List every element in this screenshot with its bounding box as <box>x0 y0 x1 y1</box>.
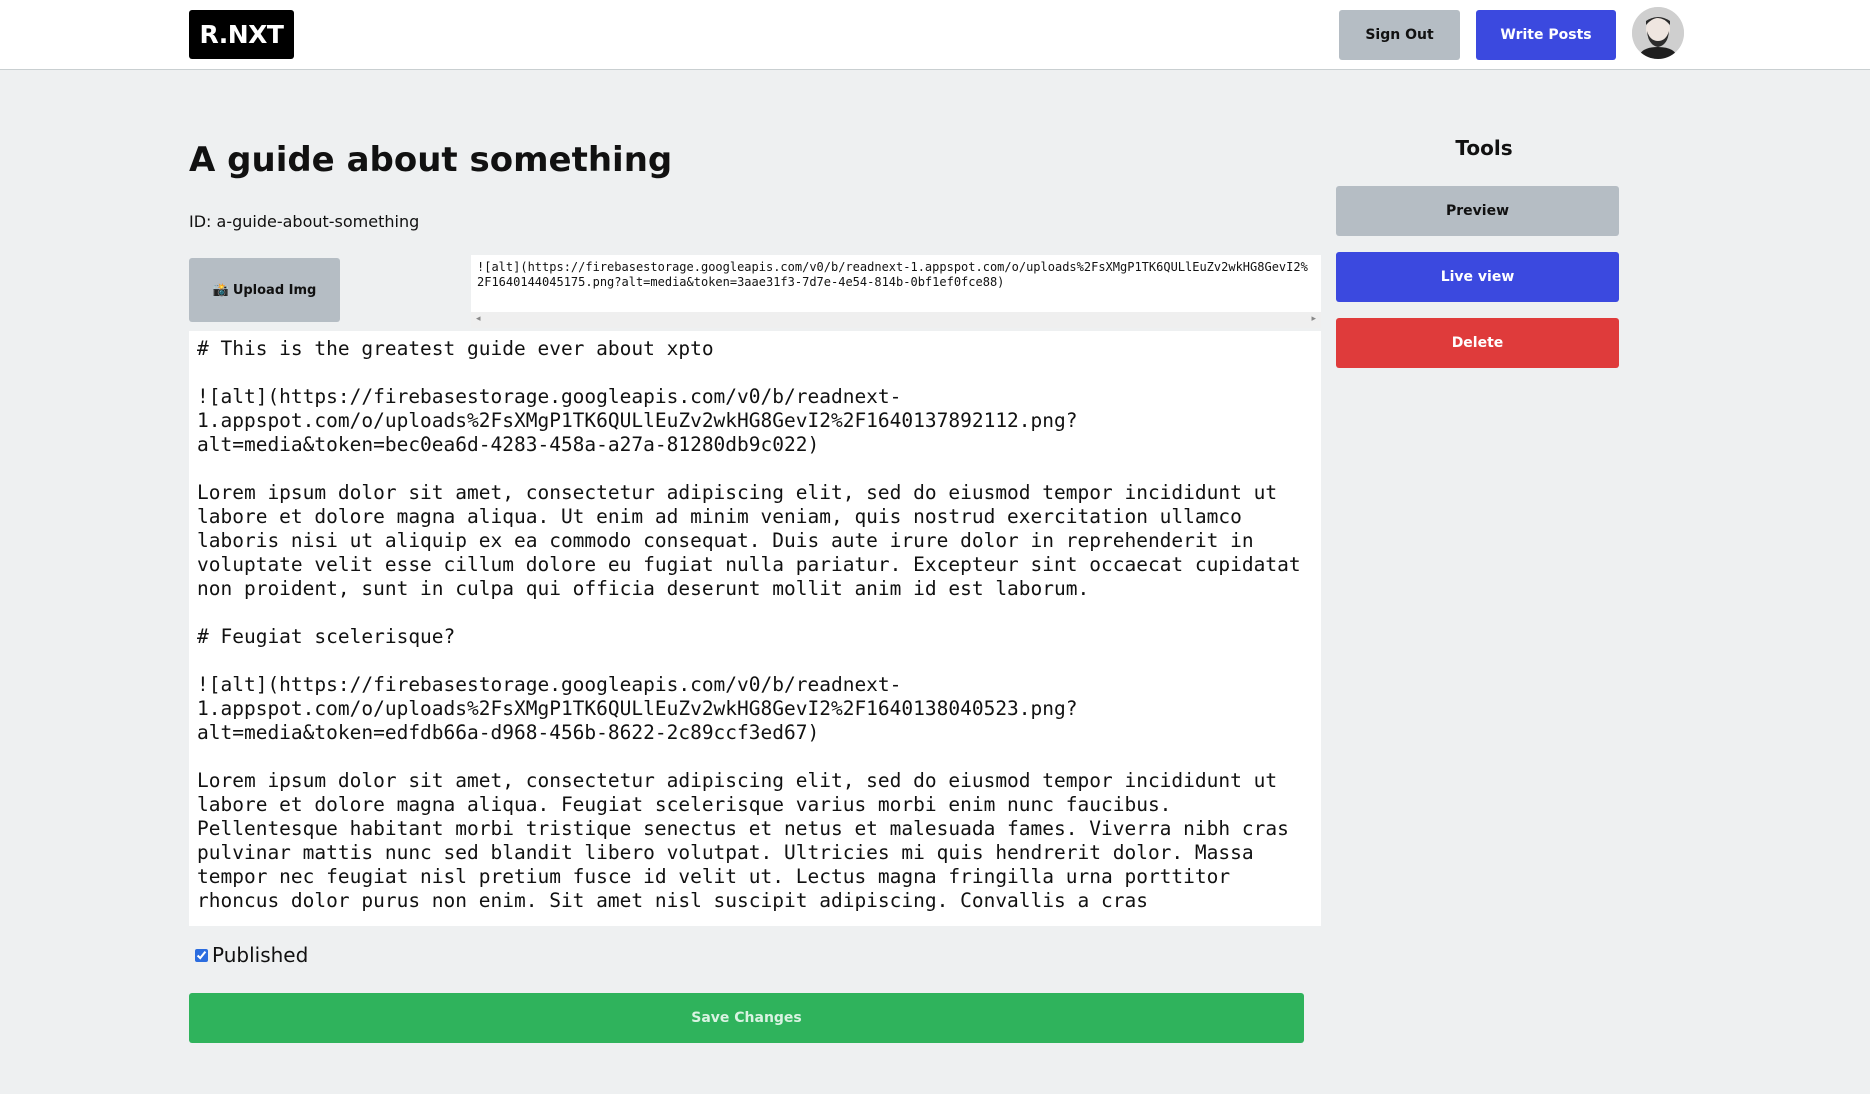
horizontal-scrollbar[interactable]: ◂ ▸ <box>471 312 1321 328</box>
logo[interactable]: R.NXT <box>189 10 294 59</box>
user-avatar-icon <box>1632 7 1684 59</box>
save-changes-button[interactable]: Save Changes <box>189 993 1304 1043</box>
uploaded-image-url-text: ![alt](https://firebasestorage.googleapi… <box>477 260 1308 289</box>
uploaded-image-markdown[interactable]: ![alt](https://firebasestorage.googleapi… <box>471 255 1321 328</box>
live-view-button[interactable]: Live view <box>1336 252 1619 302</box>
published-toggle[interactable]: Published <box>193 943 308 967</box>
published-label: Published <box>212 943 309 967</box>
sign-out-button[interactable]: Sign Out <box>1339 10 1460 60</box>
upload-image-button[interactable]: 📸 Upload Img <box>189 258 340 322</box>
navbar: R.NXT Sign Out Write Posts <box>0 0 1870 70</box>
published-checkbox[interactable] <box>195 948 208 962</box>
camera-icon: 📸 <box>212 282 229 298</box>
preview-button[interactable]: Preview <box>1336 186 1619 236</box>
scroll-right-icon[interactable]: ▸ <box>1311 314 1316 324</box>
avatar[interactable] <box>1632 7 1684 59</box>
delete-button[interactable]: Delete <box>1336 318 1619 368</box>
write-posts-button[interactable]: Write Posts <box>1476 10 1616 60</box>
markdown-editor-content: # This is the greatest guide ever about … <box>197 337 1301 912</box>
post-id: ID: a-guide-about-something <box>189 212 420 231</box>
markdown-editor[interactable]: # This is the greatest guide ever about … <box>189 331 1321 926</box>
page-title: A guide about something <box>189 140 673 180</box>
upload-image-label: Upload Img <box>232 282 317 298</box>
tools-title: Tools <box>1455 136 1513 160</box>
scroll-left-icon[interactable]: ◂ <box>476 314 481 324</box>
